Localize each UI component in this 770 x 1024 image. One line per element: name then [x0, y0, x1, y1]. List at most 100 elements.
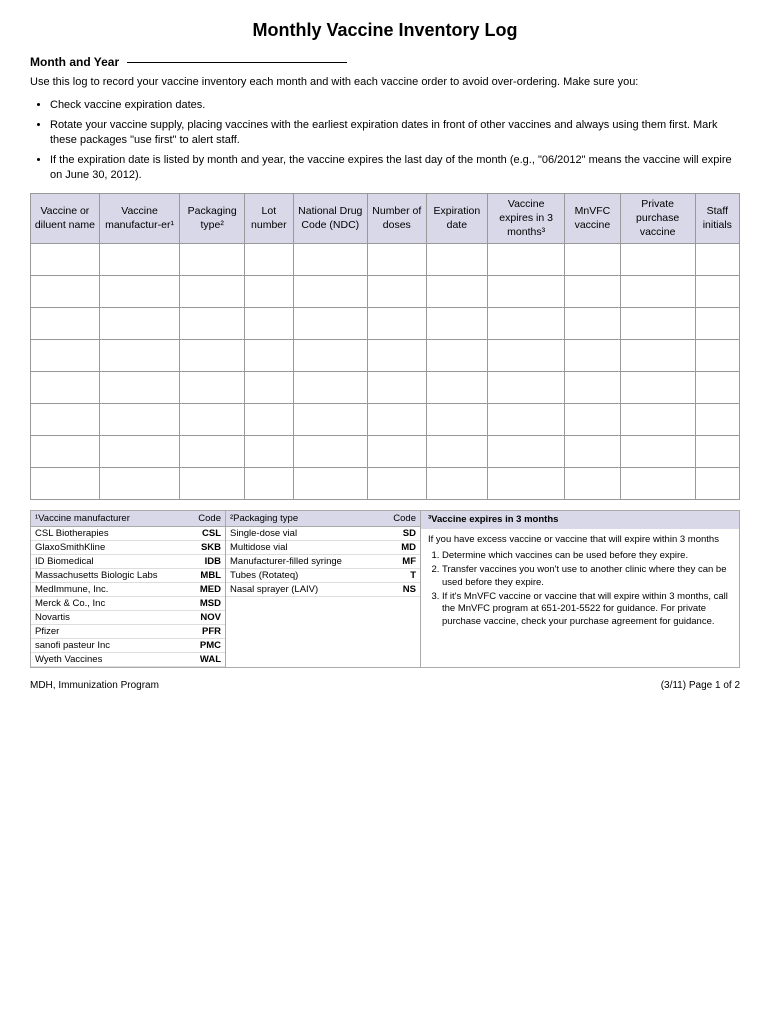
fn1-item-code: IDB: [188, 555, 225, 569]
table-cell[interactable]: [488, 308, 565, 340]
table-cell[interactable]: [99, 468, 180, 500]
table-cell[interactable]: [99, 436, 180, 468]
table-cell[interactable]: [245, 244, 293, 276]
table-cell[interactable]: [426, 404, 488, 436]
table-cell[interactable]: [245, 436, 293, 468]
table-cell[interactable]: [620, 276, 695, 308]
table-cell[interactable]: [620, 308, 695, 340]
month-year-input-line[interactable]: [127, 62, 347, 63]
table-cell[interactable]: [488, 276, 565, 308]
table-cell[interactable]: [31, 276, 100, 308]
table-cell[interactable]: [695, 436, 739, 468]
table-cell[interactable]: [488, 468, 565, 500]
table-cell[interactable]: [245, 372, 293, 404]
table-cell[interactable]: [426, 244, 488, 276]
table-cell[interactable]: [695, 340, 739, 372]
table-cell[interactable]: [426, 372, 488, 404]
table-cell[interactable]: [31, 404, 100, 436]
fn1-item-name: Pfizer: [31, 625, 188, 639]
table-cell[interactable]: [180, 468, 245, 500]
table-cell[interactable]: [620, 436, 695, 468]
table-cell[interactable]: [293, 436, 367, 468]
fn2-item-code: MF: [380, 555, 420, 569]
table-cell[interactable]: [426, 468, 488, 500]
table-cell[interactable]: [293, 372, 367, 404]
table-cell[interactable]: [367, 436, 426, 468]
table-cell[interactable]: [565, 468, 620, 500]
table-cell[interactable]: [180, 404, 245, 436]
table-cell[interactable]: [180, 340, 245, 372]
col-header-expires-3mo: Vaccine expires in 3 months³: [488, 194, 565, 244]
table-cell[interactable]: [565, 244, 620, 276]
table-cell[interactable]: [99, 308, 180, 340]
table-cell[interactable]: [426, 308, 488, 340]
table-cell[interactable]: [620, 372, 695, 404]
table-cell[interactable]: [99, 340, 180, 372]
month-year-label: Month and Year: [30, 55, 119, 69]
table-cell[interactable]: [245, 340, 293, 372]
table-cell[interactable]: [367, 404, 426, 436]
table-cell[interactable]: [293, 404, 367, 436]
table-cell[interactable]: [620, 468, 695, 500]
fn1-item-name: MedImmune, Inc.: [31, 583, 188, 597]
table-cell[interactable]: [426, 340, 488, 372]
table-cell[interactable]: [245, 276, 293, 308]
table-cell[interactable]: [426, 276, 488, 308]
table-cell[interactable]: [293, 308, 367, 340]
table-cell[interactable]: [180, 436, 245, 468]
table-cell[interactable]: [695, 308, 739, 340]
fn3-step: Determine which vaccines can be used bef…: [442, 550, 732, 562]
fn3-step: If it's MnVFC vaccine or vaccine that wi…: [442, 591, 732, 628]
table-cell[interactable]: [565, 276, 620, 308]
table-cell[interactable]: [565, 372, 620, 404]
table-cell[interactable]: [31, 372, 100, 404]
table-cell[interactable]: [695, 404, 739, 436]
fn1-item-name: Wyeth Vaccines: [31, 653, 188, 667]
table-cell[interactable]: [565, 308, 620, 340]
table-cell[interactable]: [367, 308, 426, 340]
table-cell[interactable]: [695, 468, 739, 500]
table-cell[interactable]: [488, 244, 565, 276]
table-cell[interactable]: [31, 308, 100, 340]
table-cell[interactable]: [245, 468, 293, 500]
table-cell[interactable]: [245, 308, 293, 340]
table-cell[interactable]: [293, 244, 367, 276]
table-cell[interactable]: [367, 340, 426, 372]
table-cell[interactable]: [695, 244, 739, 276]
table-cell[interactable]: [180, 244, 245, 276]
fn1-item-code: SKB: [188, 541, 225, 555]
table-cell[interactable]: [426, 436, 488, 468]
table-cell[interactable]: [180, 308, 245, 340]
table-cell[interactable]: [367, 276, 426, 308]
table-cell[interactable]: [488, 436, 565, 468]
table-cell[interactable]: [31, 244, 100, 276]
table-cell[interactable]: [180, 372, 245, 404]
table-cell[interactable]: [367, 244, 426, 276]
table-cell[interactable]: [565, 436, 620, 468]
table-cell[interactable]: [488, 372, 565, 404]
table-cell[interactable]: [695, 276, 739, 308]
table-cell[interactable]: [99, 372, 180, 404]
fn2-item-name: Single-dose vial: [226, 527, 380, 541]
table-cell[interactable]: [180, 276, 245, 308]
table-cell[interactable]: [31, 436, 100, 468]
table-cell[interactable]: [367, 372, 426, 404]
table-cell[interactable]: [99, 404, 180, 436]
table-cell[interactable]: [620, 340, 695, 372]
table-cell[interactable]: [565, 340, 620, 372]
table-cell[interactable]: [31, 340, 100, 372]
table-cell[interactable]: [99, 276, 180, 308]
table-cell[interactable]: [245, 404, 293, 436]
table-cell[interactable]: [488, 340, 565, 372]
table-cell[interactable]: [565, 404, 620, 436]
table-cell[interactable]: [293, 276, 367, 308]
table-cell[interactable]: [293, 340, 367, 372]
table-cell[interactable]: [620, 244, 695, 276]
table-cell[interactable]: [620, 404, 695, 436]
table-cell[interactable]: [293, 468, 367, 500]
table-cell[interactable]: [31, 468, 100, 500]
table-cell[interactable]: [367, 468, 426, 500]
table-cell[interactable]: [695, 372, 739, 404]
table-cell[interactable]: [488, 404, 565, 436]
table-cell[interactable]: [99, 244, 180, 276]
